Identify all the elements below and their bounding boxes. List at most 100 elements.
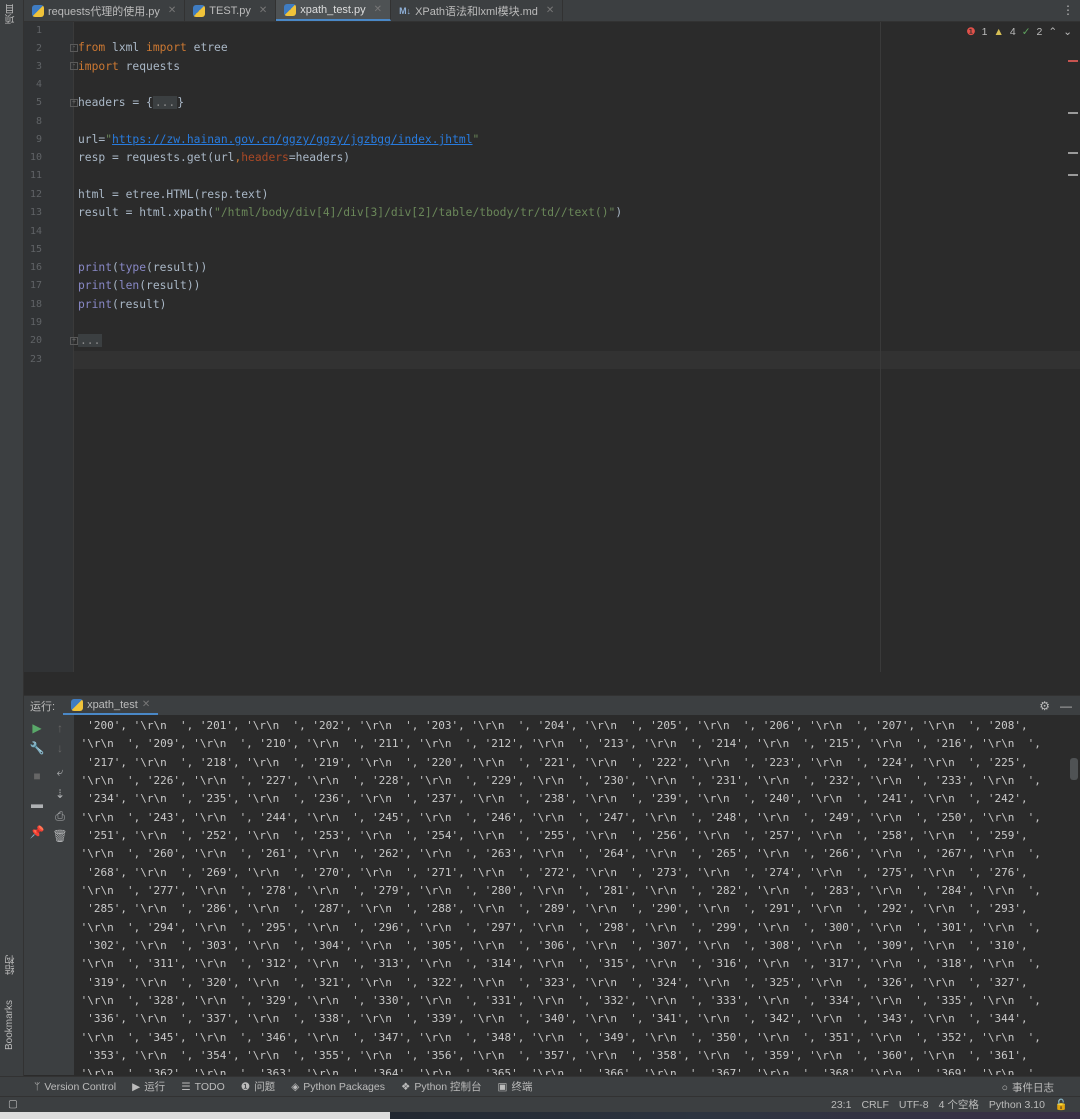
console-line: '302', '\r\n ', '303', '\r\n ', '304', '… bbox=[74, 939, 1028, 952]
info-icon: ❶ bbox=[240, 1080, 251, 1093]
minimize-icon[interactable]: — bbox=[1060, 699, 1072, 713]
file-encoding[interactable]: UTF-8 bbox=[899, 1099, 929, 1111]
scroll-to-end-icon[interactable]: ⇣ bbox=[52, 787, 68, 801]
code-token: url= bbox=[78, 133, 106, 146]
chevron-down-icon[interactable]: ⌄ bbox=[1063, 26, 1072, 38]
console-line: '336', '\r\n ', '337', '\r\n ', '338', '… bbox=[74, 1012, 1028, 1025]
line-number: 18 bbox=[29, 299, 42, 310]
code-token: requests bbox=[118, 60, 181, 73]
wrench-icon[interactable]: 🔧 bbox=[29, 741, 45, 755]
bookmarks-tool-button[interactable]: Bookmarks bbox=[4, 1000, 15, 1050]
inspection-widget[interactable]: ❶1 ▲ 4 ✓ 2 ⌃ ⌄ bbox=[966, 26, 1072, 38]
console-line: '\r\n ', '243', '\r\n ', '244', '\r\n ',… bbox=[74, 811, 1041, 824]
builtin-function: print bbox=[78, 298, 113, 311]
url-link[interactable]: https://zw.hainan.gov.cn/ggzy/ggzy/jgzbg… bbox=[112, 133, 472, 146]
python-packages-button[interactable]: ◈ Python Packages bbox=[291, 1081, 385, 1093]
line-number: 8 bbox=[35, 116, 42, 127]
code-token: ( bbox=[112, 279, 119, 292]
run-button[interactable]: ▶ 运行 bbox=[132, 1079, 165, 1094]
todo-button[interactable]: ☰ TODO bbox=[181, 1081, 225, 1093]
button-label: Version Control bbox=[44, 1080, 117, 1093]
console-line: '\r\n ', '328', '\r\n ', '329', '\r\n ',… bbox=[74, 994, 1041, 1007]
console-scrollbar-thumb[interactable] bbox=[1070, 758, 1078, 780]
run-console-output[interactable]: '200', '\r\n ', '201', '\r\n ', '202', '… bbox=[74, 715, 1068, 1075]
code-editor[interactable]: 1 2 3 4 5 8 9 10 11 12 13 14 15 16 17 18… bbox=[24, 22, 1080, 672]
line-number: 17 bbox=[29, 280, 42, 291]
code-token: } bbox=[177, 96, 185, 109]
error-count: 1 bbox=[981, 26, 988, 38]
close-icon[interactable]: ✕ bbox=[168, 5, 176, 16]
console-line: '353', '\r\n ', '354', '\r\n ', '355', '… bbox=[74, 1049, 1028, 1062]
folded-region[interactable]: ... bbox=[78, 334, 103, 347]
python-console-button[interactable]: ❖ Python 控制台 bbox=[401, 1079, 482, 1094]
bottom-tool-bar: ᛘ Version Control ▶ 运行 ☰ TODO ❶ 问题 ◈ Python P… bbox=[0, 1076, 1080, 1096]
error-stripe[interactable] bbox=[1068, 60, 1078, 62]
fold-marker-icon[interactable]: - bbox=[70, 62, 78, 70]
layout-icon[interactable]: ▬ bbox=[29, 797, 45, 811]
problems-button[interactable]: ❶ 问题 bbox=[241, 1079, 275, 1094]
weak-warning-count: 2 bbox=[1036, 26, 1043, 38]
soft-wrap-icon[interactable]: ⤶ bbox=[52, 765, 68, 780]
print-icon[interactable]: ⎙ bbox=[52, 809, 68, 824]
python-interpreter[interactable]: Python 3.10 bbox=[989, 1099, 1045, 1111]
stop-icon[interactable]: ■ bbox=[29, 769, 45, 783]
tab-label: TEST.py bbox=[209, 4, 251, 17]
rerun-icon[interactable]: ▶ bbox=[29, 721, 45, 735]
warning-icon: ▲ bbox=[993, 26, 1004, 38]
line-separator[interactable]: CRLF bbox=[861, 1099, 888, 1111]
console-line: '217', '\r\n ', '218', '\r\n ', '219', '… bbox=[74, 756, 1028, 769]
run-panel-actions: ⚙ — bbox=[1039, 699, 1072, 713]
event-log-button[interactable]: ○ 事件日志 bbox=[1002, 1080, 1054, 1095]
tab-label: xpath_test.py bbox=[300, 3, 366, 16]
builtin-function: print bbox=[78, 279, 113, 292]
layers-icon: ◈ bbox=[291, 1080, 300, 1093]
structure-tool-button[interactable]: 结构 bbox=[4, 955, 19, 975]
run-config-tab[interactable]: xpath_test ✕ bbox=[63, 697, 159, 715]
button-label: 事件日志 bbox=[1012, 1082, 1054, 1094]
code-token: ) bbox=[615, 206, 623, 219]
editor-scrollbar[interactable] bbox=[1068, 60, 1080, 660]
console-line: '\r\n ', '345', '\r\n ', '346', '\r\n ',… bbox=[74, 1031, 1041, 1044]
trash-icon[interactable]: 🗑 bbox=[52, 829, 68, 843]
tab-requests-proxy[interactable]: requests代理的使用.py ✕ bbox=[24, 0, 186, 21]
warning-stripe[interactable] bbox=[1068, 174, 1078, 176]
close-icon[interactable]: ✕ bbox=[546, 5, 554, 16]
close-icon[interactable]: ✕ bbox=[142, 699, 150, 710]
fold-marker-icon[interactable]: - bbox=[70, 44, 78, 52]
tab-test[interactable]: TEST.py ✕ bbox=[185, 0, 277, 21]
code-line-17: print(len(result)) bbox=[78, 277, 200, 295]
keyword-argument: headers bbox=[241, 151, 289, 164]
code-token: lxml bbox=[105, 41, 147, 54]
gear-icon[interactable]: ⚙ bbox=[1039, 699, 1050, 713]
layout-toggle-icon[interactable]: ▢ bbox=[8, 1098, 18, 1110]
builtin-function: print bbox=[78, 261, 113, 274]
tab-xpath-md[interactable]: M↓ XPath语法和lxml模块.md ✕ bbox=[391, 0, 564, 21]
arrow-up-icon[interactable]: ↑ bbox=[52, 721, 68, 735]
fold-marker-icon[interactable]: + bbox=[70, 337, 78, 345]
chevron-up-icon[interactable]: ⌃ bbox=[1048, 26, 1057, 38]
close-icon[interactable]: ✕ bbox=[259, 5, 267, 16]
markdown-file-icon: M↓ bbox=[399, 5, 412, 16]
lock-icon[interactable]: 🔓 bbox=[1055, 1098, 1068, 1111]
console-line: '268', '\r\n ', '269', '\r\n ', '270', '… bbox=[74, 866, 1028, 879]
branch-icon: ᛘ bbox=[34, 1080, 41, 1093]
folded-region[interactable]: ... bbox=[152, 96, 178, 109]
code-token: headers = { bbox=[78, 96, 153, 109]
line-number: 19 bbox=[29, 317, 42, 328]
code-line-18: print(result) bbox=[78, 296, 166, 314]
pin-icon[interactable]: 📌 bbox=[29, 825, 45, 839]
fold-marker-icon[interactable]: + bbox=[70, 99, 78, 107]
line-number: 14 bbox=[29, 226, 42, 237]
caret-position[interactable]: 23:1 bbox=[831, 1099, 851, 1111]
terminal-icon: ▣ bbox=[497, 1080, 508, 1093]
tab-xpath-test[interactable]: xpath_test.py ✕ bbox=[276, 0, 392, 21]
close-icon[interactable]: ✕ bbox=[374, 4, 382, 15]
indent-setting[interactable]: 4 个空格 bbox=[939, 1097, 979, 1112]
project-tool-button[interactable]: 项目 bbox=[4, 4, 19, 24]
version-control-button[interactable]: ᛘ Version Control bbox=[34, 1081, 116, 1093]
arrow-down-icon[interactable]: ↓ bbox=[52, 741, 68, 755]
warning-stripe[interactable] bbox=[1068, 112, 1078, 114]
more-icon[interactable]: ⋮ bbox=[1062, 3, 1074, 17]
terminal-button[interactable]: ▣ 终端 bbox=[498, 1079, 533, 1094]
warning-stripe[interactable] bbox=[1068, 152, 1078, 154]
